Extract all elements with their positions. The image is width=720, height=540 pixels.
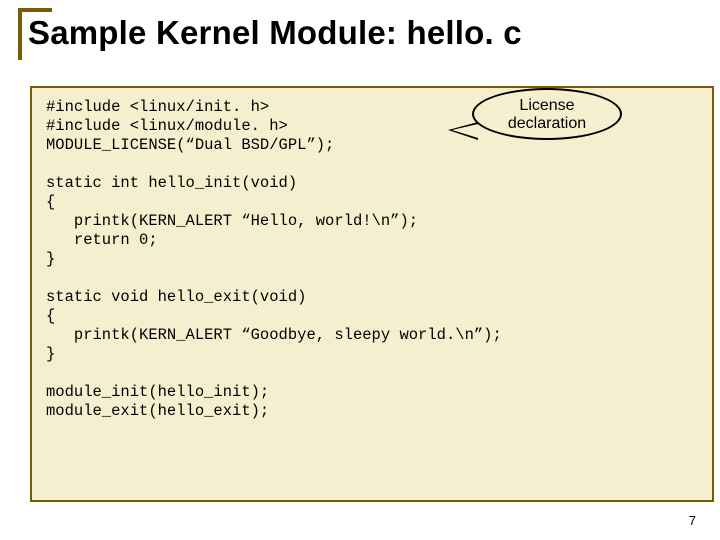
callout-text: License declaration: [474, 97, 620, 133]
callout-line1: License: [519, 97, 574, 114]
code-line: return 0;: [46, 231, 158, 249]
callout-bubble: License declaration: [472, 88, 622, 140]
code-line: module_exit(hello_exit);: [46, 402, 269, 420]
code-line: MODULE_LICENSE(“Dual BSD/GPL”);: [46, 136, 334, 154]
code-line: }: [46, 250, 55, 268]
code-line: printk(KERN_ALERT “Goodbye, sleepy world…: [46, 326, 502, 344]
code-line: {: [46, 307, 55, 325]
callout-line2: declaration: [508, 115, 586, 132]
title-rule-vertical: [18, 8, 22, 60]
code-line: static int hello_init(void): [46, 174, 297, 192]
code-line: #include <linux/init. h>: [46, 98, 269, 116]
page-number: 7: [689, 513, 696, 528]
page-title: Sample Kernel Module: hello. c: [28, 14, 522, 52]
slide: Sample Kernel Module: hello. c #include …: [0, 0, 720, 540]
code-panel-body: #include <linux/init. h> #include <linux…: [30, 86, 714, 502]
code-line: {: [46, 193, 55, 211]
code-line: module_init(hello_init);: [46, 383, 269, 401]
license-callout: License declaration: [442, 88, 632, 146]
code-listing: #include <linux/init. h> #include <linux…: [46, 98, 698, 421]
code-panel: #include <linux/init. h> #include <linux…: [30, 86, 690, 486]
code-line: static void hello_exit(void): [46, 288, 306, 306]
code-line: printk(KERN_ALERT “Hello, world!\n”);: [46, 212, 418, 230]
title-rule-horizontal: [18, 8, 52, 12]
code-line: }: [46, 345, 55, 363]
code-line: #include <linux/module. h>: [46, 117, 288, 135]
